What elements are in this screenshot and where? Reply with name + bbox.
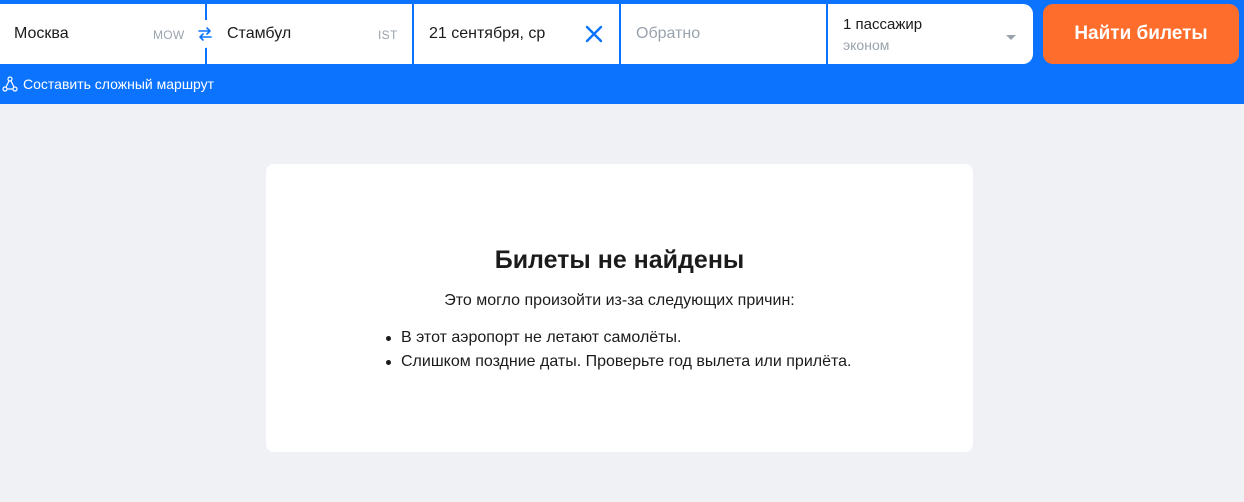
chevron-down-icon[interactable]: [1006, 35, 1016, 40]
cabin-class: эконом: [843, 37, 890, 53]
close-icon: [585, 25, 603, 43]
origin-city: Москва: [14, 25, 69, 42]
passenger-count: 1 пассажир: [843, 16, 923, 33]
passengers-selector[interactable]: [828, 4, 1033, 64]
destination-city: Стамбул: [227, 25, 292, 42]
no-results-title: Билеты не найдены: [494, 246, 745, 274]
clear-date-button[interactable]: [582, 22, 606, 46]
complex-route-link[interactable]: Составить сложный маршрут: [2, 74, 214, 94]
origin-iata: MOW: [153, 28, 185, 42]
route-nodes-icon: [2, 76, 18, 92]
origin-field[interactable]: Москва MOW: [0, 4, 206, 64]
list-item: В этот аэропорт не летают самолёты.: [386, 326, 852, 350]
search-form: Москва MOW Стамбул IST 21 сентября, ср О…: [0, 4, 1033, 64]
list-item: Слишком поздние даты. Проверьте год выле…: [386, 350, 852, 374]
search-button[interactable]: Найти билеты: [1043, 4, 1239, 64]
destination-iata: IST: [378, 28, 398, 42]
search-header: Москва MOW Стамбул IST 21 сентября, ср О…: [0, 0, 1244, 104]
no-results-card: Билеты не найдены Это могло произойти из…: [266, 164, 973, 452]
depart-date-value: 21 сентября, ср: [429, 25, 546, 42]
no-results-subtitle: Это могло произойти из-за следующих прич…: [444, 292, 795, 309]
complex-route-label: Составить сложный маршрут: [23, 76, 215, 92]
return-date-field[interactable]: Обратно: [621, 4, 827, 64]
return-date-placeholder: Обратно: [636, 25, 701, 42]
reasons-list: В этот аэропорт не летают самолёты. Слиш…: [386, 326, 852, 374]
destination-field[interactable]: Стамбул IST: [207, 4, 413, 64]
